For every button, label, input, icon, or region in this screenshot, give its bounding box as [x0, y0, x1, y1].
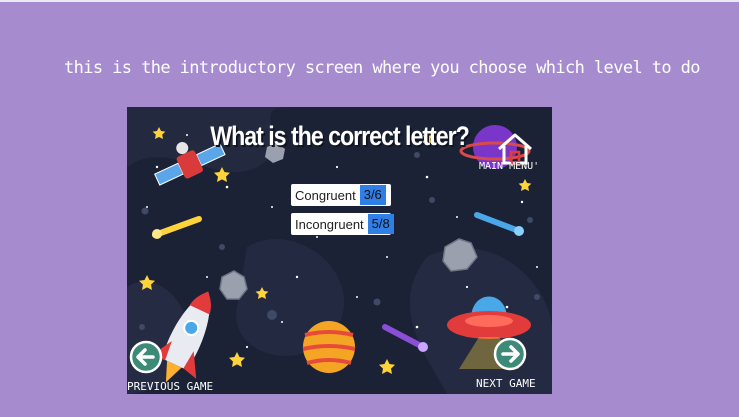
score-label: Congruent: [295, 187, 356, 203]
previous-game-button[interactable]: [129, 340, 163, 374]
arrow-left-icon: [129, 340, 163, 374]
score-label: Incongruent: [295, 216, 364, 232]
next-game-label[interactable]: NEXT GAME: [476, 377, 536, 390]
arrow-right-icon: [493, 337, 527, 371]
main-menu-label[interactable]: MAIN MENU': [479, 161, 539, 172]
score-value: 3/6: [359, 185, 386, 205]
score-value: 5/8: [367, 214, 394, 234]
score-incongruent: Incongruent 5/8: [291, 213, 394, 235]
score-congruent: Congruent 3/6: [291, 184, 391, 206]
top-divider: [0, 0, 739, 2]
game-screen: What is the correct letter? MAIN MENU' C…: [127, 107, 552, 394]
previous-game-label[interactable]: PREVIOUS GAME: [127, 380, 213, 393]
game-title: What is the correct letter?: [210, 121, 470, 151]
next-game-button[interactable]: [493, 337, 527, 371]
intro-caption: this is the introductory screen where yo…: [64, 58, 701, 78]
